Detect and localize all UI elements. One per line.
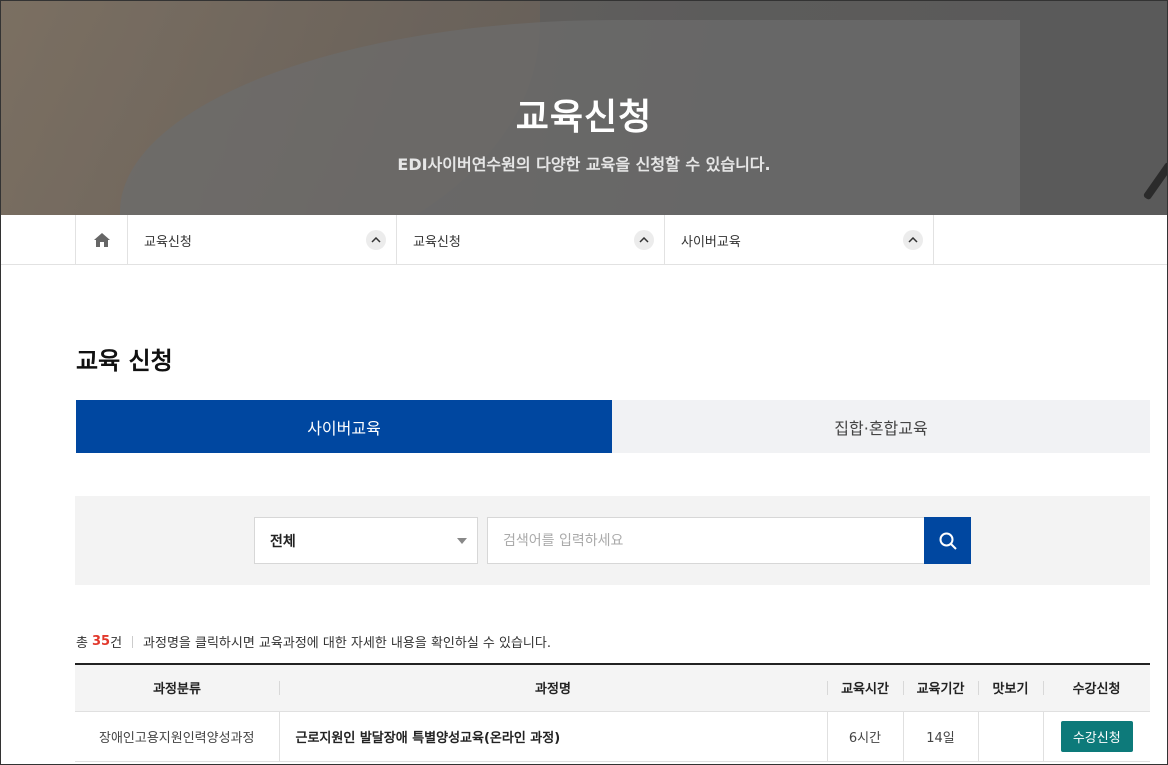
header-course-name: 과정명 [279,664,827,712]
breadcrumb: 교육신청 교육신청 사이버교육 [0,215,1168,265]
chevron-up-icon[interactable] [634,230,654,250]
table-row: 장애인고용지원인력양성과정 근로지원인 발달장애 특별양성교육(온라인 과정) … [75,711,1150,762]
breadcrumb-depth-2[interactable]: 교육신청 [397,215,665,265]
search-area: 전체 [75,496,1150,585]
search-button[interactable] [924,517,971,564]
hero-subtitle: EDI사이버연수원의 다양한 교육을 신청할 수 있습니다. [397,155,771,174]
header-hours: 교육시간 [827,664,903,712]
breadcrumb-home[interactable] [75,215,128,265]
result-summary: 총 35 건 과정명을 클릭하시면 교육과정에 대한 자세한 내용을 확인하실 … [76,632,551,651]
home-icon [93,233,110,247]
table-header-row: 과정분류 과정명 교육시간 교육기간 맛보기 수강신청 [75,664,1150,712]
cell-preview [977,711,1043,762]
chevron-up-icon[interactable] [903,230,923,250]
total-count: 35 [91,634,111,649]
search-icon [939,532,957,550]
header-preview: 맛보기 [978,664,1043,712]
hero-banner: 교육신청 EDI사이버연수원의 다양한 교육을 신청할 수 있습니다. [0,0,1168,215]
summary-message: 과정명을 클릭하시면 교육과정에 대한 자세한 내용을 확인하실 수 있습니다. [143,636,551,651]
page-title: 교육 신청 [76,347,173,375]
cell-period: 14일 [902,711,978,762]
divider [132,635,134,648]
breadcrumb-depth-3[interactable]: 사이버교육 [665,215,934,265]
tab-group-blended-education[interactable]: 집합·혼합교육 [612,400,1150,453]
total-prefix: 총 [76,636,88,651]
header-period: 교육기간 [903,664,978,712]
breadcrumb-depth-1[interactable]: 교육신청 [128,215,397,265]
category-select[interactable]: 전체 [254,517,478,564]
total-suffix: 건 [110,636,123,651]
cell-hours: 6시간 [826,711,903,762]
breadcrumb-label: 사이버교육 [681,234,741,250]
caret-down-icon [457,538,467,544]
cell-apply: 수강신청 [1042,711,1150,762]
chevron-up-icon[interactable] [366,230,386,250]
hero-title: 교육신청 [515,97,653,138]
breadcrumb-label: 교육신청 [144,234,192,250]
header-category: 과정분류 [75,664,279,712]
header-apply: 수강신청 [1043,664,1150,712]
course-type-tabs: 사이버교육 집합·혼합교육 [76,400,1150,453]
breadcrumb-label: 교육신청 [413,234,461,250]
course-table: 과정분류 과정명 교육시간 교육기간 맛보기 수강신청 장애인고용지원인력양성과… [75,663,1150,762]
search-input[interactable] [487,517,925,564]
cell-course-name[interactable]: 근로지원인 발달장애 특별양성교육(온라인 과정) [278,711,827,762]
tab-cyber-education[interactable]: 사이버교육 [76,400,612,453]
category-select-value: 전체 [270,533,296,550]
apply-button[interactable]: 수강신청 [1060,720,1133,752]
cell-category: 장애인고용지원인력양성과정 [75,711,279,762]
